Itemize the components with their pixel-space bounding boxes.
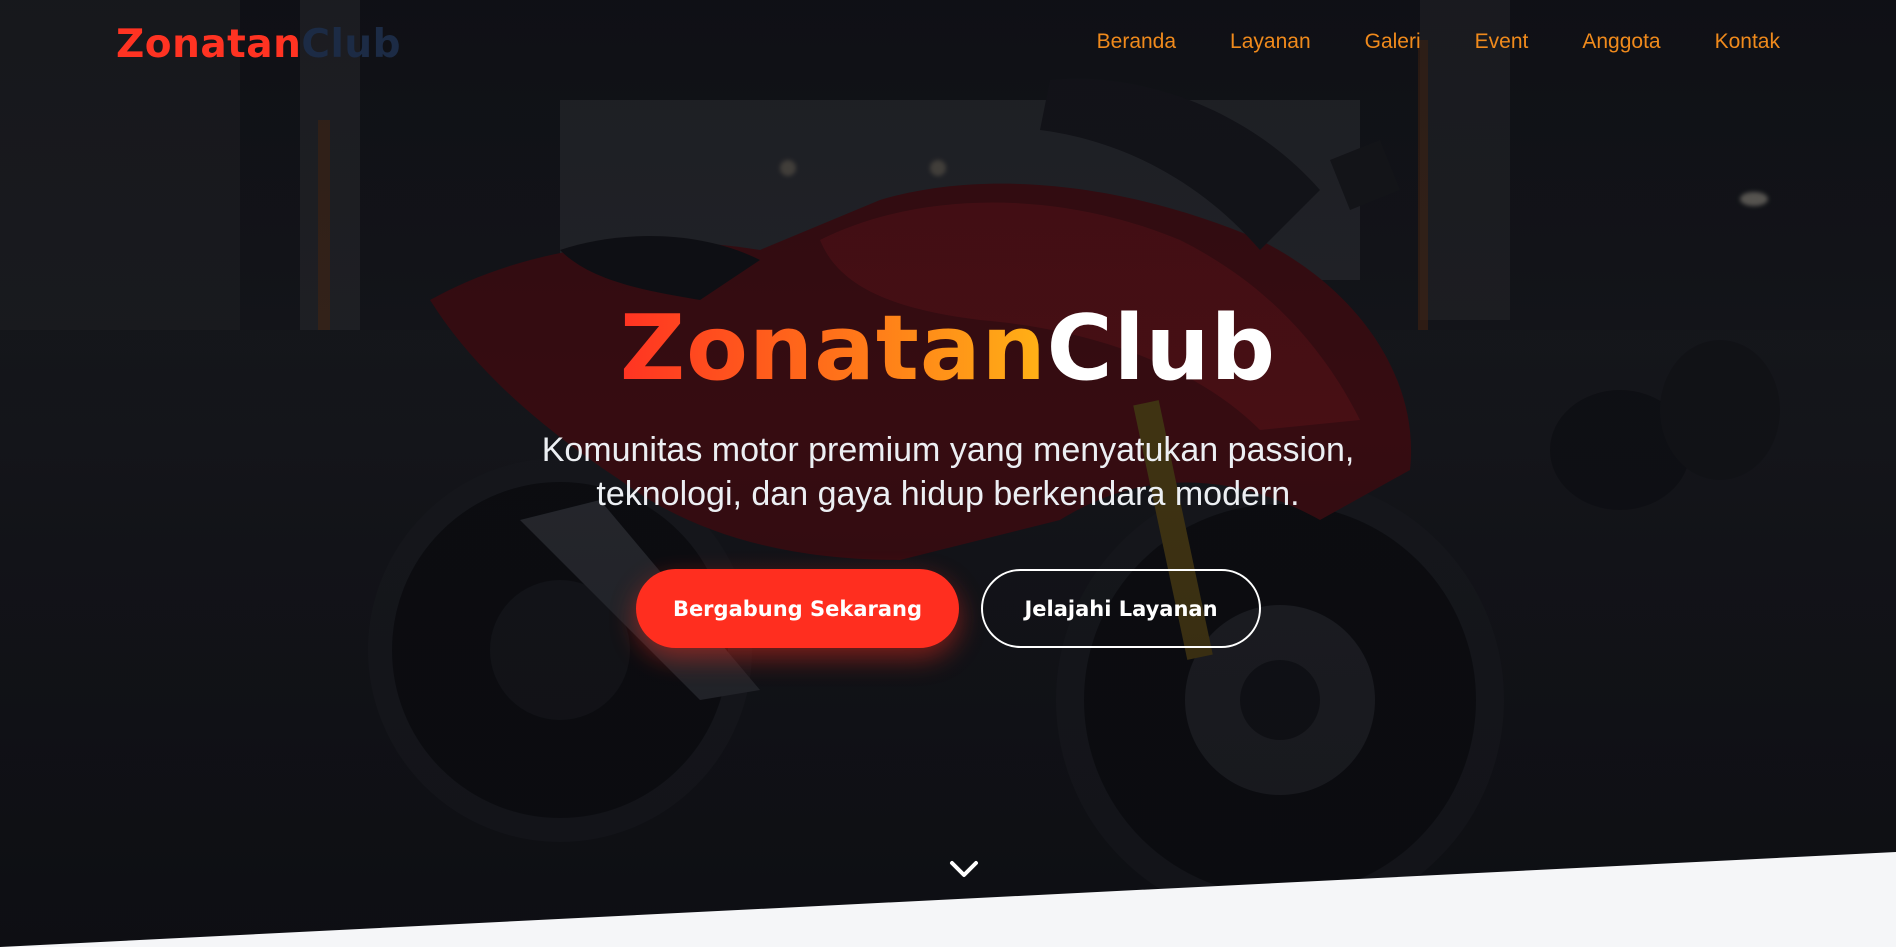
section-divider	[0, 852, 1896, 947]
hero-section: ZonatanClub Beranda Layanan Galeri Event…	[0, 0, 1896, 947]
chevron-down-icon[interactable]	[948, 858, 980, 880]
